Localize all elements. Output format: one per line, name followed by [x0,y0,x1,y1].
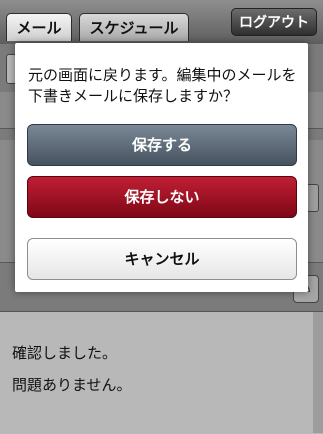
tab-mail[interactable]: メール [6,13,72,41]
tab-schedule[interactable]: スケジュール [79,13,189,41]
message-body[interactable]: 確認しました。 問題ありません。 [0,311,323,434]
body-line: 問題ありません。 [12,376,132,394]
dialog-message: 元の画面に戻ります。編集中のメールを下書きメールに保存しますか？ [28,66,297,105]
cancel-button[interactable]: キャンセル [27,238,297,280]
save-draft-dialog: 元の画面に戻ります。編集中のメールを下書きメールに保存しますか？ 保存する 保存… [15,43,308,292]
dont-save-button[interactable]: 保存しない [27,176,297,218]
body-line: 確認しました。 [12,344,118,362]
tab-bar: メール スケジュール ログアウト [0,0,323,44]
logout-button[interactable]: ログアウト [231,8,317,36]
scrollbar[interactable] [313,312,323,433]
save-button[interactable]: 保存する [27,124,297,166]
